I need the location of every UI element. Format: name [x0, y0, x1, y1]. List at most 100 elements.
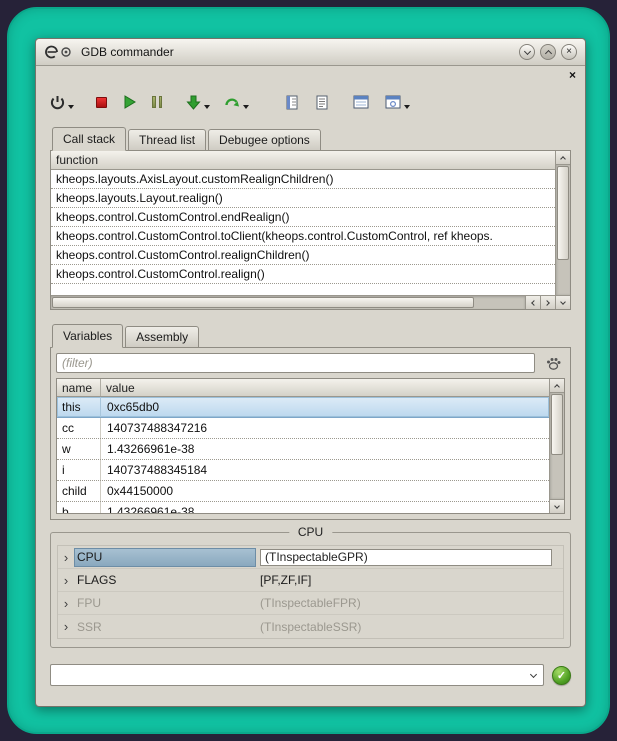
variable-name: i	[57, 460, 101, 480]
continue-to-dropdown-arrow[interactable]	[204, 105, 210, 109]
variable-name: cc	[57, 418, 101, 438]
confirm-button[interactable]: ✓	[552, 666, 571, 685]
cpu-register-row[interactable]: › FPU (TInspectableFPR)	[58, 592, 563, 615]
command-combobox[interactable]	[50, 664, 544, 686]
chevron-left-icon	[531, 300, 537, 306]
vscroll-down-button[interactable]	[556, 295, 570, 309]
continue-to-button[interactable]	[184, 89, 203, 115]
filter-input[interactable]	[56, 353, 535, 373]
hscroll-right-button[interactable]	[540, 296, 555, 309]
view-log-button[interactable]	[313, 89, 331, 115]
panel-close-icon[interactable]: ×	[569, 69, 576, 81]
variable-row[interactable]: cc 140737488347216	[57, 418, 549, 439]
hscroll-thumb[interactable]	[52, 297, 474, 308]
chevron-down-icon	[554, 503, 560, 509]
chevron-down-icon	[560, 299, 566, 305]
minimize-button[interactable]	[519, 44, 535, 60]
expander-icon[interactable]: ›	[58, 574, 74, 587]
cpu-register-row[interactable]: › SSR (TInspectableSSR)	[58, 615, 563, 638]
callstack-column-header[interactable]: function	[51, 151, 555, 170]
expander-icon[interactable]: ›	[58, 597, 74, 610]
vscroll-thumb[interactable]	[557, 166, 569, 260]
column-header-value[interactable]: value	[101, 379, 549, 396]
vscroll-up-button[interactable]	[550, 379, 564, 393]
variable-row[interactable]: b 1.43266961e-38	[57, 502, 549, 513]
cpu-register-row[interactable]: › CPU (TInspectableGPR)	[58, 546, 563, 569]
power-button[interactable]	[48, 89, 67, 115]
horizontal-scrollbar[interactable]	[51, 295, 555, 309]
teal-window-frame: GDB commander × ×	[7, 7, 610, 734]
register-group-name[interactable]: SSR	[74, 617, 256, 636]
hscroll-track[interactable]	[51, 296, 525, 309]
play-triangle-icon	[123, 95, 136, 109]
tab-thread-list[interactable]: Thread list	[128, 129, 206, 151]
expander-icon[interactable]: ›	[58, 551, 74, 564]
column-header-name[interactable]: name	[57, 379, 101, 396]
filter-options-button[interactable]	[541, 353, 565, 373]
debug-toolbar	[36, 83, 585, 121]
vscroll-up-button[interactable]	[556, 151, 570, 165]
view-watches-button[interactable]	[351, 89, 371, 115]
variable-row[interactable]: w 1.43266961e-38	[57, 439, 549, 460]
tab-assembly[interactable]: Assembly	[125, 326, 199, 348]
callstack-row[interactable]: kheops.layouts.AxisLayout.customRealignC…	[51, 170, 555, 189]
expander-icon[interactable]: ›	[58, 620, 74, 633]
run-button[interactable]	[121, 89, 138, 115]
callstack-row[interactable]: kheops.control.CustomControl.realign()	[51, 265, 555, 284]
variable-value: 140737488345184	[101, 460, 549, 480]
cpu-register-row[interactable]: › FLAGS [PF,ZF,IF]	[58, 569, 563, 592]
callstack-row[interactable]: kheops.control.CustomControl.toClient(kh…	[51, 227, 555, 246]
variables-rows: this 0xc65db0 cc 140737488347216 w 1.432…	[57, 397, 549, 513]
callstack-row[interactable]: kheops.layouts.Layout.realign()	[51, 189, 555, 208]
view-inspector-dropdown-arrow[interactable]	[404, 105, 410, 109]
variables-panel: name value this 0xc65db0 cc 140737488347…	[50, 347, 571, 520]
combo-dropdown-button[interactable]	[523, 665, 543, 685]
variable-row[interactable]: i 140737488345184	[57, 460, 549, 481]
step-over-dropdown-arrow[interactable]	[243, 105, 249, 109]
register-group-name[interactable]: CPU	[74, 548, 256, 567]
titlebar[interactable]: GDB commander ×	[36, 39, 585, 66]
register-group-name[interactable]: FPU	[74, 594, 256, 613]
callstack-panel: function kheops.layouts.AxisLayout.custo…	[50, 150, 571, 310]
stop-button[interactable]	[94, 89, 109, 115]
tab-debugee-options[interactable]: Debugee options	[208, 129, 321, 151]
register-group-value: (TInspectableSSR)	[256, 620, 563, 634]
register-value-field[interactable]: (TInspectableGPR)	[260, 549, 552, 566]
register-group-value: (TInspectableGPR)	[256, 549, 563, 566]
variable-value: 140737488347216	[101, 418, 549, 438]
chevron-down-icon	[529, 670, 536, 677]
document-icon	[285, 95, 299, 110]
gdb-commander-window: GDB commander × ×	[35, 38, 586, 707]
variable-row[interactable]: this 0xc65db0	[57, 397, 549, 418]
close-button[interactable]: ×	[561, 44, 577, 60]
power-dropdown-arrow[interactable]	[68, 105, 74, 109]
tab-call-stack[interactable]: Call stack	[52, 127, 126, 151]
variables-vertical-scrollbar[interactable]	[549, 379, 564, 513]
variable-row[interactable]: child 0x44150000	[57, 481, 549, 502]
vscroll-track[interactable]	[556, 165, 570, 295]
variable-name: w	[57, 439, 101, 459]
dock-strip: ×	[36, 66, 585, 83]
check-icon: ✓	[557, 669, 566, 682]
register-group-name[interactable]: FLAGS	[74, 571, 256, 590]
vscroll-track[interactable]	[550, 393, 564, 499]
cpu-register-grid: › CPU (TInspectableGPR) › FLAGS [PF,ZF,I…	[57, 545, 564, 639]
callstack-row[interactable]: kheops.control.CustomControl.endRealign(…	[51, 208, 555, 227]
hscroll-left-button[interactable]	[525, 296, 540, 309]
cpu-groupbox: CPU › CPU (TInspectableGPR) › FLAGS [PF,…	[50, 532, 571, 648]
window-title: GDB commander	[81, 45, 174, 59]
maximize-button[interactable]	[540, 44, 556, 60]
pause-bars-icon	[152, 96, 162, 108]
view-source-button[interactable]	[283, 89, 301, 115]
callstack-row[interactable]: kheops.control.CustomControl.realignChil…	[51, 246, 555, 265]
callstack-vertical-scrollbar[interactable]	[555, 151, 570, 309]
window-icon	[385, 95, 401, 109]
command-input[interactable]	[51, 668, 523, 682]
pause-button[interactable]	[150, 89, 164, 115]
vscroll-down-button[interactable]	[550, 499, 564, 513]
vscroll-thumb[interactable]	[551, 394, 563, 455]
variables-header-row: name value	[57, 379, 549, 397]
step-over-button[interactable]	[222, 89, 242, 115]
tab-variables[interactable]: Variables	[52, 324, 123, 348]
view-inspector-button[interactable]	[383, 89, 403, 115]
